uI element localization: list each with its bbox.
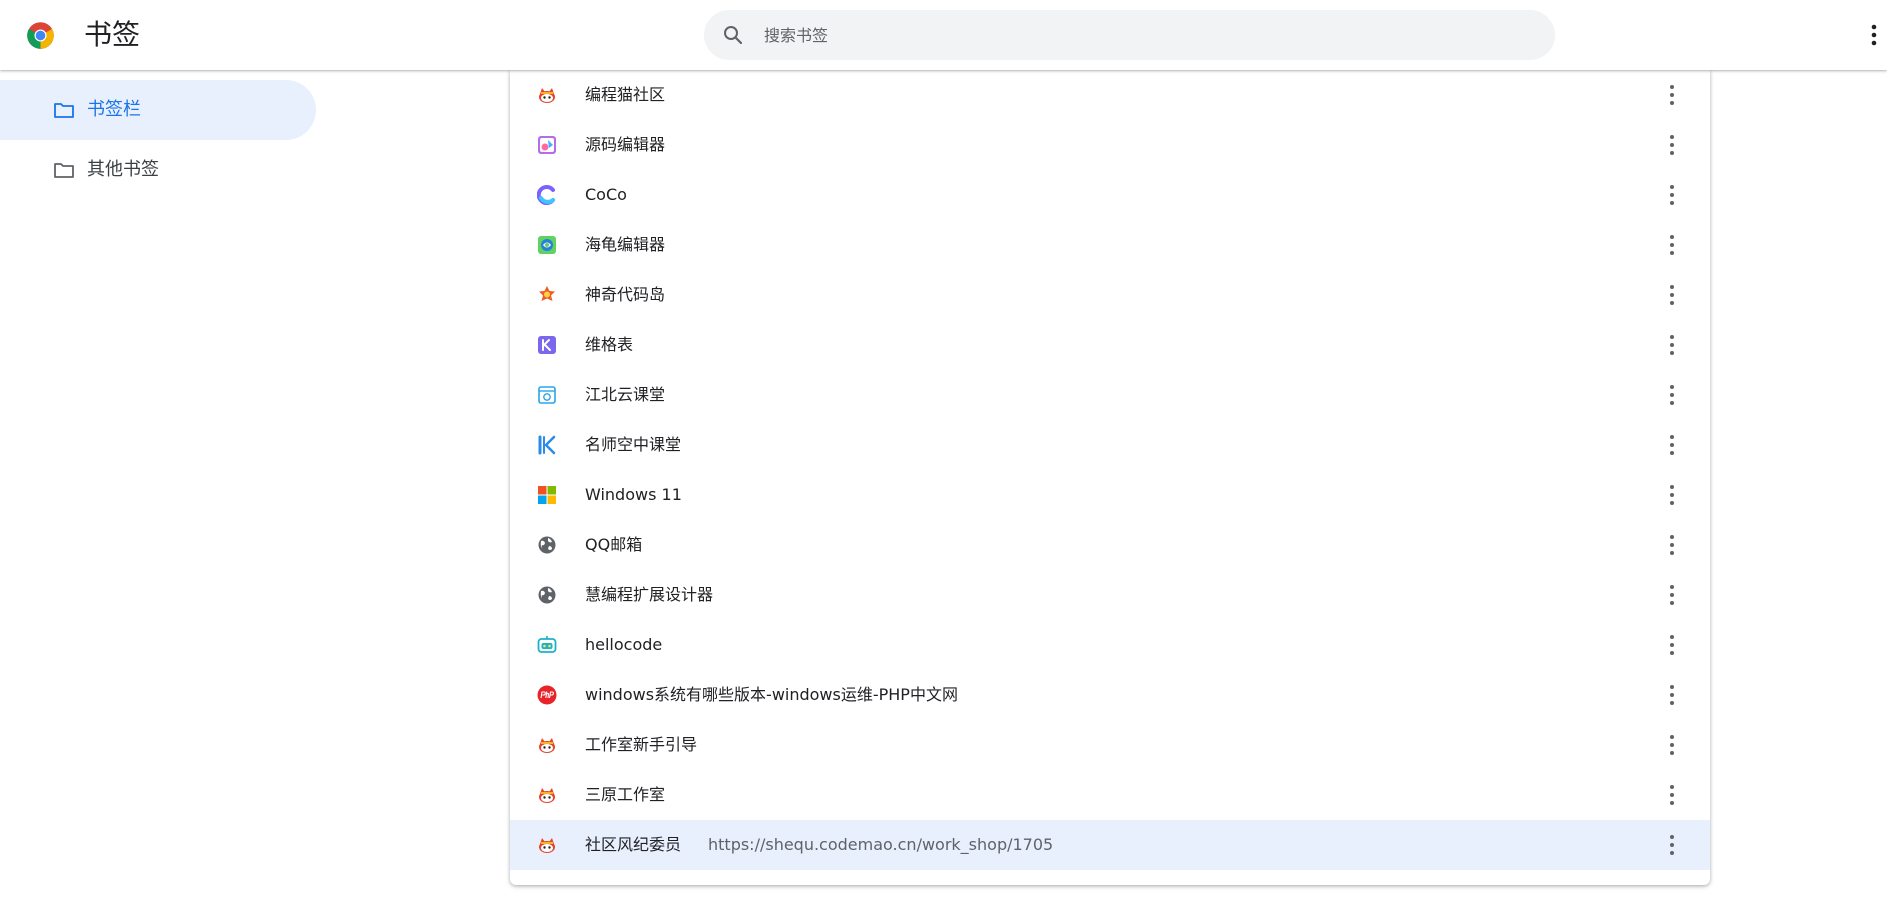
more-actions-button[interactable] [1670, 133, 1674, 157]
bookmark-row[interactable]: QQ邮箱 [510, 520, 1710, 570]
sidebar-item-bookmarks-bar[interactable]: 书签栏 [0, 80, 316, 140]
windows-logo-icon [538, 486, 556, 504]
more-actions-button[interactable] [1670, 283, 1674, 307]
bookmark-title: 神奇代码岛 [585, 285, 666, 304]
more-vert-icon [1670, 235, 1674, 255]
more-vert-icon [1670, 585, 1674, 605]
bookmark-row[interactable]: 慧编程扩展设计器 [510, 570, 1710, 620]
bookmark-title: 名师空中课堂 [585, 435, 682, 454]
robot-icon [537, 636, 557, 653]
more-actions-button[interactable] [1670, 833, 1674, 857]
cloud-classroom-icon [538, 386, 556, 404]
codemao-icon [539, 838, 555, 853]
search-box[interactable] [704, 10, 1555, 60]
more-actions-button[interactable] [1670, 333, 1674, 357]
bookmark-title: QQ邮箱 [585, 535, 643, 554]
sidebar-item-label: 其他书签 [87, 159, 159, 180]
bookmark-row[interactable]: 江北云课堂 [510, 370, 1710, 420]
more-vert-icon [1670, 285, 1674, 305]
vika-icon [538, 336, 556, 354]
more-vert-icon [1670, 735, 1674, 755]
turtle-editor-icon [538, 236, 556, 254]
bookmark-row[interactable]: 工作室新手引导 [510, 720, 1710, 770]
php-icon [537, 685, 557, 705]
more-actions-button[interactable] [1670, 783, 1674, 807]
bookmark-row[interactable]: 神奇代码岛 [510, 270, 1710, 320]
bookmark-title: 慧编程扩展设计器 [585, 585, 714, 604]
more-actions-button[interactable] [1670, 583, 1674, 607]
bookmark-row[interactable]: 维格表 [510, 320, 1710, 370]
more-vert-icon [1670, 635, 1674, 655]
more-actions-button[interactable] [1670, 83, 1674, 107]
more-vert-icon [1670, 385, 1674, 405]
folder-icon [54, 163, 74, 178]
folder-sidebar: 书签栏 其他书签 [0, 70, 330, 902]
bookmark-url: https://shequ.codemao.cn/work_shop/1705 [708, 835, 1054, 854]
source-editor-icon [538, 136, 556, 154]
globe-icon [538, 586, 556, 604]
bookmark-row[interactable]: 三原工作室 [510, 770, 1710, 820]
bookmark-row[interactable]: 名师空中课堂 [510, 420, 1710, 470]
bookmark-row[interactable]: 源码编辑器 [510, 120, 1710, 170]
bookmark-title: CoCo [585, 185, 627, 204]
more-actions-button[interactable] [1670, 383, 1674, 407]
more-actions-button[interactable] [1670, 183, 1674, 207]
more-actions-button[interactable] [1670, 733, 1674, 757]
globe-icon [538, 536, 556, 554]
bookmark-row[interactable]: 社区风纪委员 https://shequ.codemao.cn/work_sho… [510, 820, 1710, 870]
more-vert-icon [1670, 85, 1674, 105]
more-vert-icon [1670, 835, 1674, 855]
bookmark-title: 江北云课堂 [585, 385, 666, 404]
bookmark-row[interactable]: 海龟编辑器 [510, 220, 1710, 270]
bookmark-row[interactable]: hellocode [510, 620, 1710, 670]
sidebar-item-other-bookmarks[interactable]: 其他书签 [0, 140, 316, 200]
more-vert-icon [1670, 535, 1674, 555]
sidebar-item-label: 书签栏 [87, 99, 141, 120]
codemao-icon [539, 788, 555, 803]
code-island-icon [539, 286, 555, 301]
coco-icon [537, 185, 555, 205]
more-vert-icon [1670, 185, 1674, 205]
search-icon [724, 26, 743, 45]
bookmark-title: 维格表 [585, 335, 634, 354]
bookmark-title: 编程猫社区 [585, 85, 666, 104]
bookmark-list-card: 编程猫社区 源码编辑器 CoCo 海龟编辑器 神奇代码岛 维格表 江北云课堂 名… [510, 70, 1710, 885]
more-vert-icon [1670, 785, 1674, 805]
bookmark-title: hellocode [585, 635, 663, 654]
more-vert-icon [1670, 435, 1674, 455]
page-title: 书签 [84, 18, 141, 51]
search-input[interactable] [762, 10, 1522, 60]
more-vert-icon [1670, 485, 1674, 505]
more-vert-icon[interactable] [1869, 23, 1879, 47]
codemao-icon [539, 88, 555, 103]
bookmark-title: 源码编辑器 [585, 135, 666, 154]
more-actions-button[interactable] [1670, 533, 1674, 557]
bookmark-row[interactable]: windows系统有哪些版本-windows运维-PHP中文网 [510, 670, 1710, 720]
bookmark-title: Windows 11 [585, 485, 682, 504]
more-actions-button[interactable] [1670, 433, 1674, 457]
bookmark-row[interactable]: Windows 11 [510, 470, 1710, 520]
bookmark-row[interactable]: 编程猫社区 [510, 70, 1710, 120]
more-actions-button[interactable] [1670, 683, 1674, 707]
bookmark-title: 工作室新手引导 [585, 735, 698, 754]
folder-icon [54, 103, 74, 118]
bookmark-title: windows系统有哪些版本-windows运维-PHP中文网 [585, 685, 958, 704]
toolbar: 书签 [0, 0, 1887, 70]
bookmark-row[interactable]: CoCo [510, 170, 1710, 220]
k-logo-icon [538, 435, 556, 455]
more-actions-button[interactable] [1670, 483, 1674, 507]
bookmark-title: 社区风纪委员 [585, 835, 682, 854]
more-actions-button[interactable] [1670, 633, 1674, 657]
bookmark-list: 编程猫社区 源码编辑器 CoCo 海龟编辑器 神奇代码岛 维格表 江北云课堂 名… [510, 70, 1710, 870]
more-vert-icon [1670, 135, 1674, 155]
bookmark-title: 海龟编辑器 [585, 235, 666, 254]
more-vert-icon [1670, 335, 1674, 355]
more-actions-button[interactable] [1670, 233, 1674, 257]
more-vert-icon [1670, 685, 1674, 705]
chrome-logo-icon [27, 22, 54, 49]
bookmark-title: 三原工作室 [585, 785, 666, 804]
codemao-icon [539, 738, 555, 753]
